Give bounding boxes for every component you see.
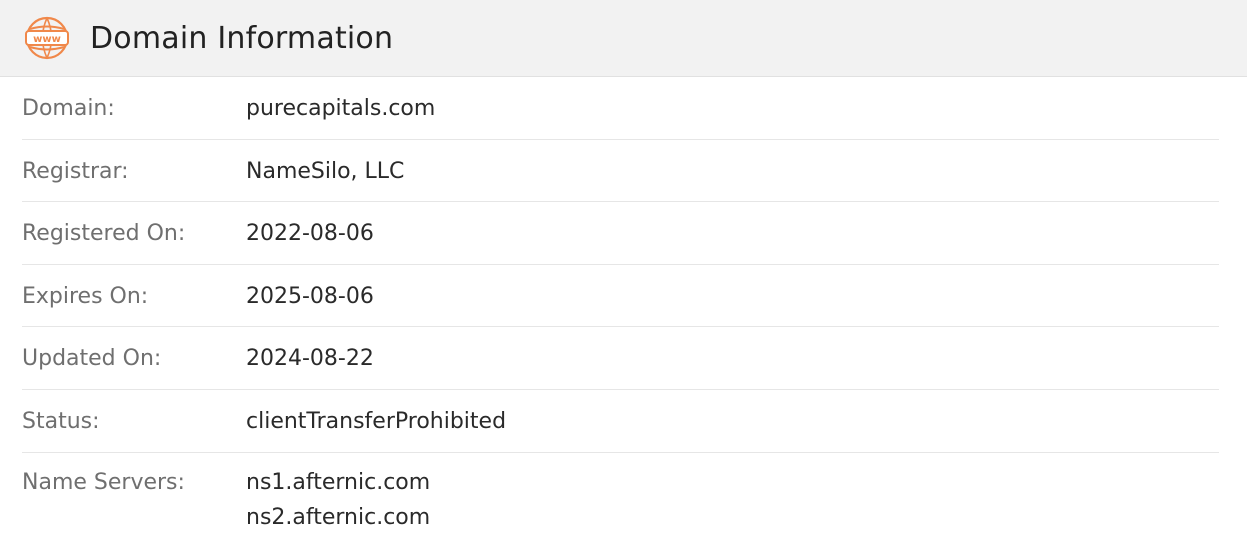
row-value: 2022-08-06 — [246, 221, 374, 247]
info-row-registrar: Registrar: NameSilo, LLC — [22, 140, 1219, 203]
panel-header: www Domain Information — [0, 0, 1247, 77]
row-label: Name Servers: — [22, 469, 185, 495]
name-server-item: ns2.afternic.com — [246, 504, 431, 530]
row-label: Expires On: — [22, 283, 149, 309]
info-row-updated-on: Updated On: 2024-08-22 — [22, 327, 1219, 390]
row-value: 2025-08-06 — [246, 283, 374, 309]
info-row-name-servers: Name Servers: ns1.afternic.com ns2.after… — [22, 453, 1219, 543]
row-label: Registered On: — [22, 221, 186, 247]
name-servers-list: ns1.afternic.com ns2.afternic.com — [246, 465, 430, 535]
page-title: Domain Information — [90, 20, 394, 56]
domain-info-table: Domain: purecapitals.com Registrar: Name… — [0, 77, 1247, 543]
info-row-expires-on: Expires On: 2025-08-06 — [22, 265, 1219, 328]
info-row-status: Status: clientTransferProhibited — [22, 390, 1219, 453]
info-row-domain: Domain: purecapitals.com — [22, 77, 1219, 140]
row-label: Registrar: — [22, 158, 129, 184]
row-label: Updated On: — [22, 346, 162, 372]
row-value: 2024-08-22 — [246, 346, 374, 372]
row-value: clientTransferProhibited — [246, 408, 507, 434]
www-icon-text: www — [33, 34, 61, 45]
info-row-registered-on: Registered On: 2022-08-06 — [22, 202, 1219, 265]
row-label: Domain: — [22, 96, 115, 121]
row-value: purecapitals.com — [246, 96, 436, 121]
row-value: NameSilo, LLC — [246, 158, 405, 184]
name-server-item: ns1.afternic.com — [246, 469, 431, 495]
www-globe-icon: www — [24, 15, 70, 61]
domain-information-panel: www Domain Information Domain: purecapit… — [0, 0, 1247, 543]
row-label: Status: — [22, 408, 100, 434]
